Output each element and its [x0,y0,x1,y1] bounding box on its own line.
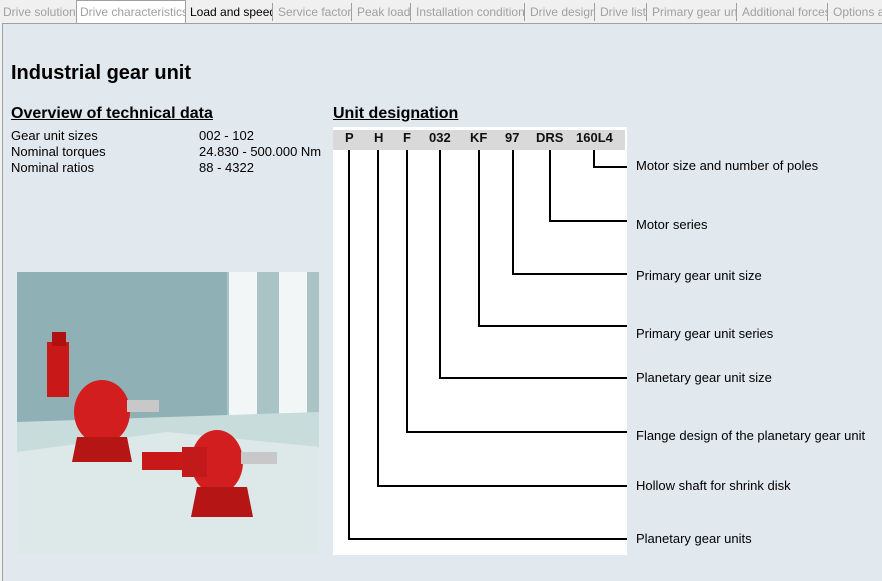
nominal-ratios-value: 88 - 4322 [199,160,254,175]
nominal-torques-label: Nominal torques [11,144,106,159]
unit-designation-diagram: P H F 032 KF 97 DRS 160L4 [333,127,627,555]
page-title: Industrial gear unit [11,62,192,84]
designation-heading: Unit designation [333,105,459,122]
gear-unit-photo [17,272,319,554]
gear-unit-sizes-label: Gear unit sizes [11,128,98,143]
gear-unit-sizes-value: 002 - 102 [199,128,254,143]
label-motor-series: Motor series [636,217,708,232]
overview-heading: Overview of technical data [11,105,213,122]
label-planetary-size: Planetary gear unit size [636,370,772,385]
nominal-torques-value: 24.830 - 500.000 Nm [199,144,322,159]
label-primary-gear-series: Primary gear unit series [636,326,774,341]
tab-drive-characteristics[interactable]: Drive characteristics [76,0,186,23]
tab-drive-design[interactable]: Drive design [527,3,595,21]
tab-primary-gear-unit[interactable]: Primary gear unit [649,3,737,21]
tab-strip: Drive solution Drive characteristics Loa… [0,0,882,23]
label-hollow-shaft: Hollow shaft for shrink disk [636,478,791,493]
nominal-ratios-label: Nominal ratios [11,160,95,175]
tab-additional-forces[interactable]: Additional forces [739,3,828,21]
label-primary-gear-size: Primary gear unit size [636,268,762,283]
tab-drive-solution[interactable]: Drive solution [0,3,77,21]
label-motor-size: Motor size and number of poles [636,158,819,173]
label-planetary-units: Planetary gear units [636,531,752,546]
tab-load-and-speed[interactable]: Load and speed [187,3,273,21]
tab-installation-conditions[interactable]: Installation conditions [413,3,525,21]
tab-peak-load[interactable]: Peak load [354,3,411,21]
tab-options[interactable]: Options a [830,3,882,21]
tab-service-factor[interactable]: Service factor [275,3,352,21]
designation-leader-lines [348,150,627,540]
tab-drive-list[interactable]: Drive list [597,3,647,21]
label-flange-design: Flange design of the planetary gear unit [636,428,866,443]
